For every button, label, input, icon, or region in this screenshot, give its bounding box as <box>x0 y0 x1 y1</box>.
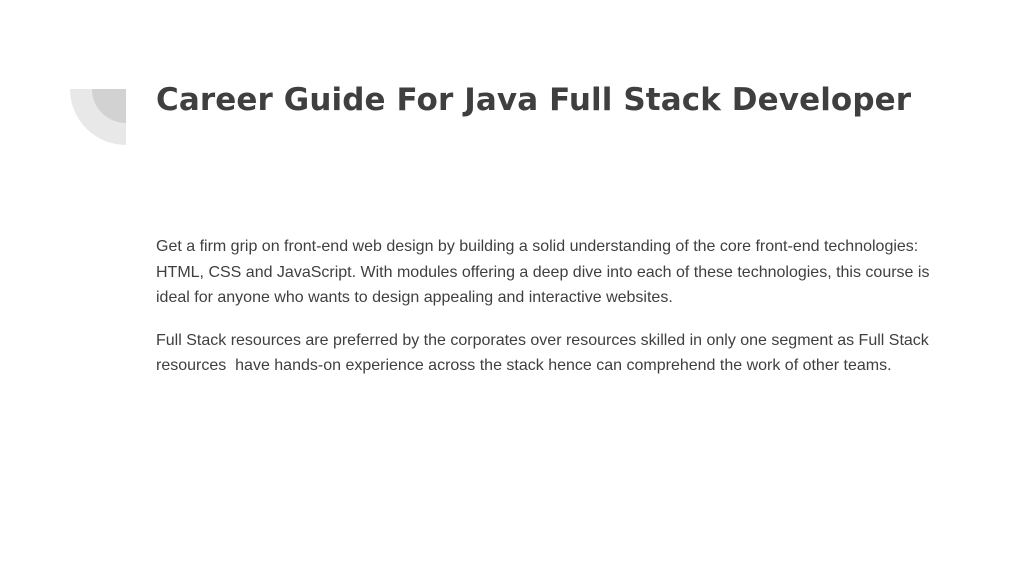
slide-body: Get a firm grip on front-end web design … <box>156 234 936 396</box>
slide-title: Career Guide For Java Full Stack Develop… <box>156 82 912 118</box>
paragraph-2: Full Stack resources are preferred by th… <box>156 331 934 375</box>
paragraph-1: Get a firm grip on front-end web design … <box>156 238 934 307</box>
corner-arc-decoration <box>70 89 126 145</box>
slide: Career Guide For Java Full Stack Develop… <box>0 0 1024 576</box>
